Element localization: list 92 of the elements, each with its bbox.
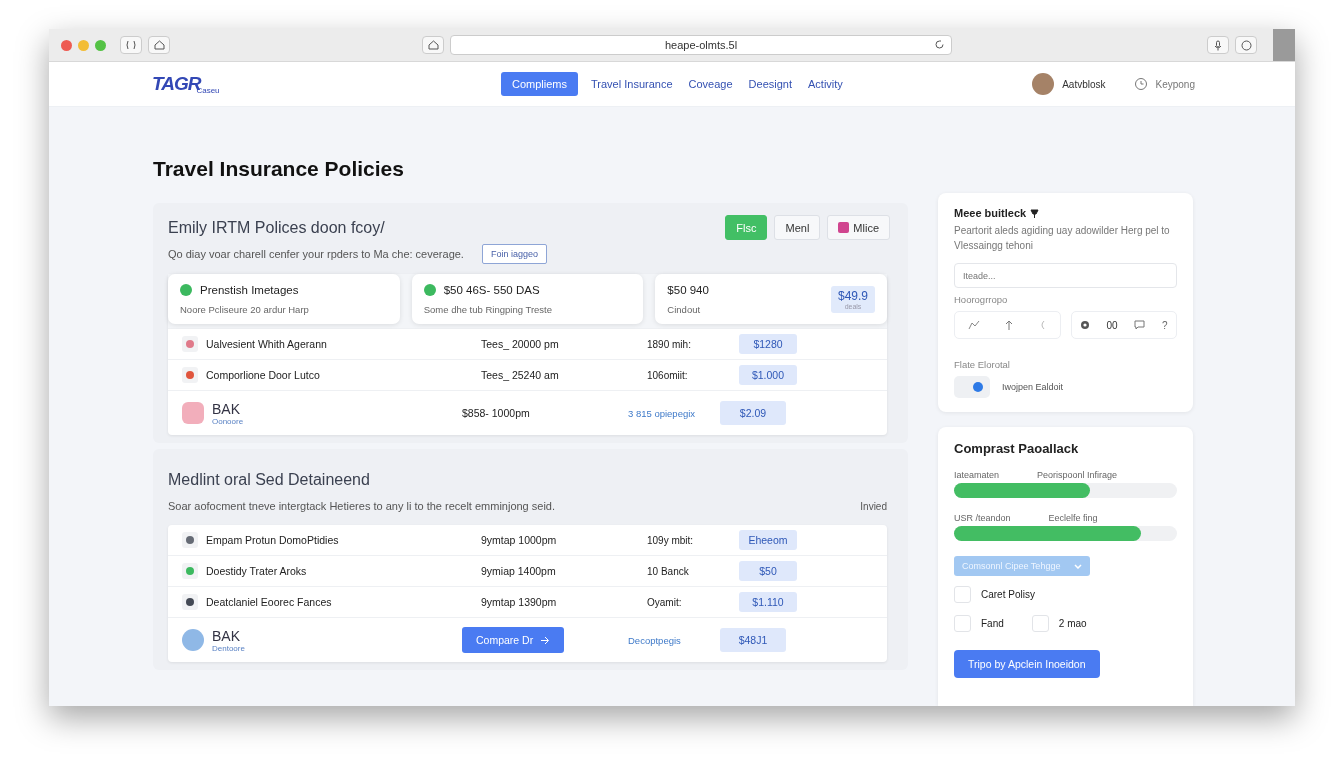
policy-name: Comporlione Door Lutco <box>206 369 321 381</box>
toggle-switch[interactable] <box>954 376 990 398</box>
price-tag: $1.000 <box>739 365 797 385</box>
minimize-window-button[interactable] <box>78 39 89 51</box>
panel-title: Meee buitleck <box>954 207 1027 219</box>
help-link[interactable]: Keypong <box>1155 78 1195 90</box>
card-subtitle: Cindout <box>667 303 702 315</box>
action-button[interactable]: Menl <box>774 215 821 240</box>
total-label: BAK <box>212 400 241 417</box>
policy-note: 1890 mih: <box>647 338 692 350</box>
policy-note: Oyamit: <box>647 596 683 608</box>
nav-tab[interactable]: Activity <box>801 72 850 96</box>
comment-icon[interactable] <box>1134 320 1146 330</box>
action-button[interactable]: Mlice <box>827 215 890 240</box>
toggle-label: Flate Elorotal <box>954 359 1011 370</box>
home-icon[interactable] <box>422 36 444 54</box>
price-tag: Eheeom <box>739 530 797 550</box>
chart-icon[interactable] <box>967 320 980 330</box>
card-title: $50 46S- 550 DAS <box>443 283 540 296</box>
section-title: Emily IRTM Polices doon fcoy/ <box>168 217 385 238</box>
nav-tab[interactable]: Travel Insurance <box>584 72 680 96</box>
address-bar[interactable]: heape-olmts.5l <box>450 35 952 55</box>
section-description: Soar aofocment tneve intergtack Hetieres to any li to the recelt emminjong seid. <box>168 500 556 512</box>
details-link[interactable]: Decoptpegis <box>628 634 720 646</box>
policy-time: 9ymtap 1390pm <box>481 596 558 608</box>
bar-label: USR /teandon <box>954 513 1011 523</box>
field-label: Hoorogrropo <box>954 294 1009 305</box>
status-label: Invied <box>860 500 887 512</box>
counter-toolbar[interactable]: 00 ? <box>1070 311 1177 339</box>
help-glyph[interactable]: ? <box>1162 319 1168 331</box>
policy-time: $858- 1000pm <box>462 407 531 419</box>
arrow-right-icon <box>540 635 551 645</box>
card-title: Prenstish Imetages <box>200 283 299 296</box>
nav-tab[interactable]: Compliems <box>501 72 578 96</box>
price-tag: $1.110 <box>739 592 797 612</box>
details-link[interactable]: 3 815 opiepegix <box>628 407 720 419</box>
total-sublabel: Dentoore <box>212 643 246 653</box>
clock-icon[interactable] <box>1133 77 1148 91</box>
policy-time: 9ymtap 1000pm <box>481 534 558 546</box>
price-tag: $2.09 <box>720 401 786 425</box>
panel-description: Peartorit aleds agiding uay adowilder Herg pel to Vlessaingg tehoni <box>954 224 1171 253</box>
policy-name: Doestidy Trater Aroks <box>206 565 308 577</box>
checkbox[interactable] <box>954 615 971 632</box>
policy-time: 9ymiap 1400pm <box>481 565 557 577</box>
summary-card[interactable]: Prenstish Imetages Noore Pcliseure 20 ardur Harp <box>168 274 400 324</box>
policy-time: Tees_ 20000 pm <box>481 338 560 350</box>
nav-tab[interactable]: Coveage <box>681 72 740 96</box>
summary-card[interactable]: $50 46S- 550 DAS Some dhe tub Ringping Treste <box>411 274 644 324</box>
home-icon[interactable] <box>148 36 170 54</box>
policy-time: Tees_ 25240 am <box>481 369 560 381</box>
card-title: $50 940 <box>667 283 709 296</box>
compare-button[interactable]: Compare Dr <box>462 627 565 653</box>
policy-name: Ualvesient Whith Agerann <box>206 338 328 350</box>
policy-name: Deatclaniel Eoorec Fances <box>206 596 333 608</box>
avatar[interactable] <box>1032 73 1055 95</box>
section-title: Medlint oral Sed Detaineend <box>168 470 371 490</box>
price-tag: $50 <box>739 561 797 581</box>
chevron-down-icon <box>1074 563 1083 569</box>
policy-note: 106omiit: <box>647 369 689 381</box>
bar-label: Iateamaten <box>954 470 1000 480</box>
arrow-up-icon[interactable] <box>1004 319 1013 331</box>
checkbox-option[interactable]: 2 mao <box>1031 615 1087 632</box>
checkbox-option[interactable]: Fand <box>954 615 1004 632</box>
nav-tab[interactable]: Deesignt <box>741 72 799 96</box>
bar-detail: Eeclelfe fing <box>1048 513 1098 523</box>
reload-icon[interactable] <box>934 39 945 50</box>
section-description: Qo diay voar charell cenfer your rpders to Ma che: ceverage. <box>168 248 464 260</box>
submit-button[interactable]: Tripo by Apclein Inoeidon <box>954 650 1100 678</box>
checkbox[interactable] <box>954 586 971 603</box>
eye-icon[interactable] <box>1079 320 1090 330</box>
panel-title: Comprast Paoallack <box>954 441 1080 456</box>
bar-detail: Peorispoonl Infirage <box>1037 470 1118 480</box>
policy-name: Empam Protun DomoPtidies <box>206 534 340 546</box>
checkbox-option[interactable]: Caret Polisy <box>954 586 1124 603</box>
total-label: BAK <box>212 627 241 644</box>
microphone-icon[interactable] <box>1207 36 1229 54</box>
user-name: Aatvblosk <box>1062 78 1106 90</box>
policy-note: 10 Banck <box>647 565 690 577</box>
price-tag: $48J1 <box>720 628 786 652</box>
total-sublabel: Oonoore <box>212 416 245 426</box>
card-subtitle: Some dhe tub Ringping Treste <box>423 303 552 315</box>
maximize-window-button[interactable] <box>95 39 106 51</box>
filter-button[interactable]: Foin iaggeo <box>481 244 547 264</box>
checkbox[interactable] <box>1031 615 1049 632</box>
toggle-text: Iwojpen Ealdoit <box>1002 382 1064 392</box>
counter-value: 00 <box>1106 319 1118 331</box>
card-subtitle: Noore Pcliseure 20 ardur Harp <box>180 303 309 315</box>
price-tag: $1280 <box>739 334 797 354</box>
search-field[interactable]: Iteade... <box>954 263 1177 288</box>
close-window-button[interactable] <box>61 39 72 51</box>
policy-note: 109y mbit: <box>647 534 695 546</box>
page-title: Travel Insurance Policies <box>153 157 405 181</box>
